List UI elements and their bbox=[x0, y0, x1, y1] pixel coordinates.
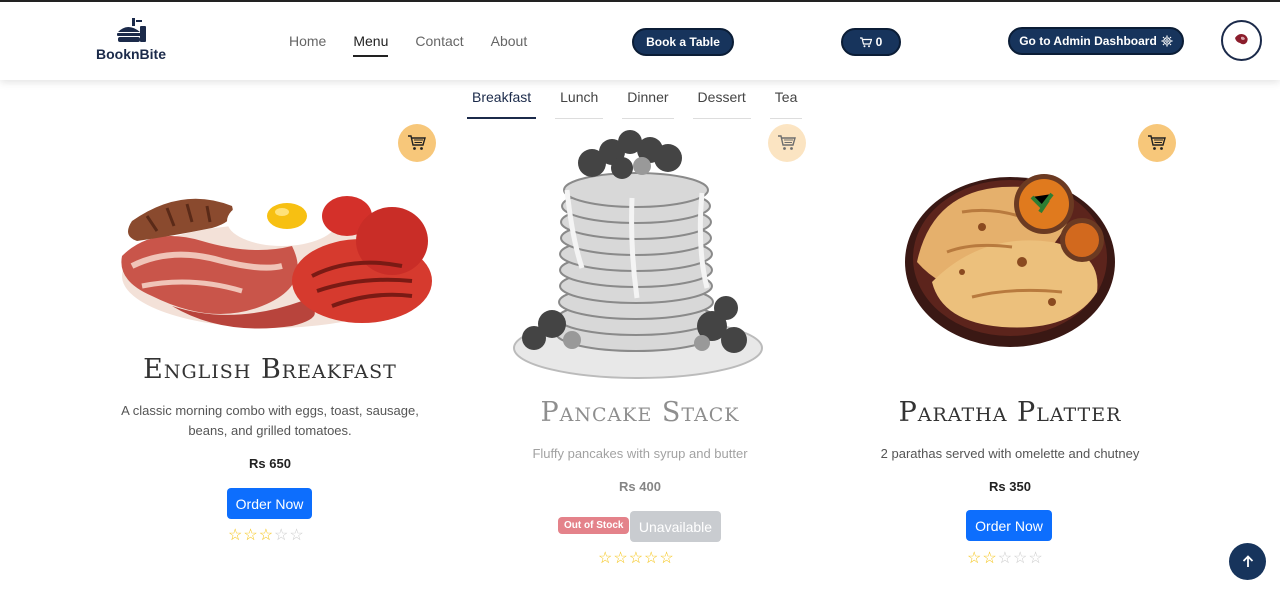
star-empty-icon[interactable]: ☆ bbox=[598, 550, 613, 567]
dish-price: Rs 400 bbox=[619, 479, 661, 494]
rating-stars: ☆☆☆☆☆ bbox=[967, 548, 1044, 568]
user-avatar[interactable] bbox=[1221, 20, 1262, 61]
dish-description: 2 parathas served with omelette and chut… bbox=[880, 446, 1140, 461]
star-filled-icon[interactable]: ☆ bbox=[982, 550, 997, 567]
cart-icon bbox=[778, 135, 796, 150]
out-of-stock-badge: Out of Stock bbox=[558, 517, 630, 534]
arrow-up-icon bbox=[1242, 555, 1253, 567]
add-to-cart-button[interactable] bbox=[1138, 124, 1176, 162]
brand-logo[interactable]: BooknBite bbox=[96, 18, 176, 62]
dish-title: Paratha Platter bbox=[898, 397, 1122, 428]
top-navbar: BooknBite Home Menu Contact About Book a… bbox=[0, 0, 1280, 80]
english-breakfast-image bbox=[121, 196, 432, 329]
order-now-button[interactable]: Order Now bbox=[227, 488, 312, 519]
unavailable-label: Unavailable bbox=[638, 518, 713, 535]
tab-dinner[interactable]: Dinner bbox=[622, 89, 674, 119]
dish-price: Rs 650 bbox=[249, 456, 291, 471]
dish-title: English Breakfast bbox=[143, 354, 397, 385]
add-to-cart-button[interactable] bbox=[398, 124, 436, 162]
cart-count: 0 bbox=[875, 35, 883, 49]
dish-description: Fluffy pancakes with syrup and butter bbox=[532, 446, 748, 461]
main-nav: Home Menu Contact About bbox=[289, 33, 554, 57]
gear-icon bbox=[1161, 35, 1173, 47]
cart-button[interactable]: 0 bbox=[841, 28, 901, 56]
order-now-button[interactable]: Order Now bbox=[966, 510, 1052, 541]
admin-dashboard-label: Go to Admin Dashboard bbox=[1019, 34, 1157, 48]
star-filled-icon[interactable]: ☆ bbox=[243, 527, 258, 544]
menu-category-tabs: Breakfast Lunch Dinner Dessert Tea bbox=[467, 89, 803, 119]
star-filled-icon[interactable]: ☆ bbox=[259, 527, 274, 544]
brand-name: BooknBite bbox=[96, 46, 166, 62]
cart-icon bbox=[859, 36, 872, 47]
star-filled-icon[interactable]: ☆ bbox=[967, 550, 982, 567]
order-now-label: Order Now bbox=[975, 517, 1043, 534]
star-filled-icon[interactable]: ☆ bbox=[228, 527, 243, 544]
tab-tea[interactable]: Tea bbox=[769, 89, 803, 119]
dish-description: A classic morning combo with eggs, toast… bbox=[121, 403, 419, 438]
avatar-image-icon bbox=[1234, 33, 1248, 44]
star-empty-icon[interactable]: ☆ bbox=[274, 527, 289, 544]
cart-icon bbox=[408, 135, 426, 150]
star-empty-icon[interactable]: ☆ bbox=[659, 550, 674, 567]
admin-dashboard-button[interactable]: Go to Admin Dashboard bbox=[1008, 27, 1184, 55]
nav-home[interactable]: Home bbox=[289, 33, 326, 57]
dish-price: Rs 350 bbox=[989, 479, 1031, 494]
nav-about[interactable]: About bbox=[491, 33, 528, 57]
tab-lunch[interactable]: Lunch bbox=[555, 89, 604, 119]
star-empty-icon[interactable]: ☆ bbox=[1013, 550, 1028, 567]
cart-icon bbox=[1148, 135, 1166, 150]
paratha-platter-image bbox=[905, 174, 1115, 347]
order-now-label: Order Now bbox=[235, 495, 304, 512]
food-logo-icon bbox=[117, 18, 146, 42]
pancake-stack-image bbox=[513, 130, 763, 379]
book-table-button[interactable]: Book a Table bbox=[632, 28, 734, 56]
tab-breakfast[interactable]: Breakfast bbox=[467, 89, 537, 119]
star-empty-icon[interactable]: ☆ bbox=[629, 550, 644, 567]
rating-stars: ☆☆☆☆☆ bbox=[228, 525, 305, 545]
unavailable-button[interactable]: Unavailable bbox=[630, 511, 721, 542]
star-empty-icon[interactable]: ☆ bbox=[289, 527, 304, 544]
star-empty-icon[interactable]: ☆ bbox=[644, 550, 659, 567]
dish-title: Pancake Stack bbox=[540, 397, 740, 428]
star-empty-icon[interactable]: ☆ bbox=[1028, 550, 1043, 567]
scroll-to-top-button[interactable] bbox=[1229, 543, 1266, 580]
tab-dessert[interactable]: Dessert bbox=[692, 89, 751, 119]
add-to-cart-button[interactable] bbox=[768, 124, 806, 162]
nav-menu[interactable]: Menu bbox=[353, 33, 389, 57]
book-table-label: Book a Table bbox=[646, 35, 720, 49]
star-empty-icon[interactable]: ☆ bbox=[998, 550, 1013, 567]
nav-contact[interactable]: Contact bbox=[415, 33, 463, 57]
star-empty-icon[interactable]: ☆ bbox=[613, 550, 628, 567]
rating-stars: ☆☆☆☆☆ bbox=[598, 548, 675, 568]
